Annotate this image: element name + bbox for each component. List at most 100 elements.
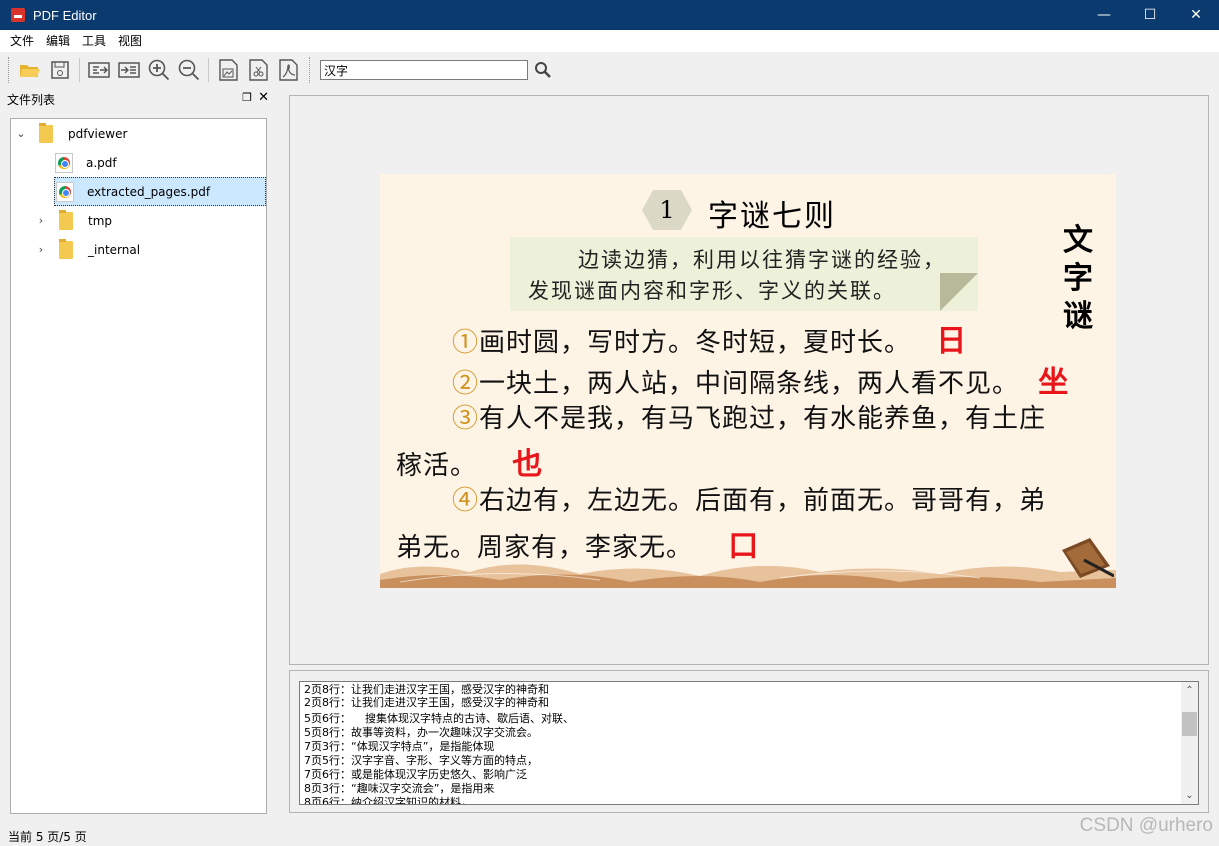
riddle-text: 有人不是我，有马飞跑过，有水能养鱼，有土庄 bbox=[479, 404, 1047, 434]
tip-line-2: 发现谜面内容和字形、字义的关联。 bbox=[528, 279, 896, 303]
riddle-answer: 日 bbox=[936, 324, 968, 359]
tree-item-label: extracted_pages.pdf bbox=[87, 184, 211, 199]
menu-bar: 文件 编辑 工具 视图 bbox=[0, 30, 1219, 52]
menu-tools[interactable]: 工具 bbox=[76, 30, 112, 52]
chevron-right-icon[interactable]: › bbox=[35, 214, 47, 227]
result-line: 8页6行：纳介绍汉字知识的材料， bbox=[304, 796, 472, 805]
toolbar-separator bbox=[79, 58, 80, 82]
toolbar-separator bbox=[208, 58, 209, 82]
file-list-title: 文件列表 bbox=[7, 92, 56, 107]
minimize-button[interactable]: — bbox=[1081, 0, 1127, 30]
search-icon bbox=[535, 62, 551, 78]
pdf-export-button[interactable] bbox=[273, 56, 303, 84]
close-button[interactable]: ✕ bbox=[1173, 0, 1219, 30]
chevron-down-icon[interactable]: ⌄ bbox=[15, 127, 27, 140]
watermark: CSDN @urhero bbox=[1079, 815, 1213, 836]
riddle-2: ②一块土，两人站，中间隔条线，两人看不见。 坐 bbox=[452, 357, 1069, 401]
file-tree[interactable]: ⌄ pdfviewer a.pdf extracted_pages.pdf › … bbox=[10, 118, 267, 814]
result-line: 8页3行：“趣味汉字交流会”，是指用来 bbox=[304, 782, 495, 795]
side-label-char: 文 bbox=[1063, 223, 1093, 258]
pdf-file-icon bbox=[56, 181, 74, 202]
image-page-icon bbox=[219, 59, 238, 81]
search-button[interactable] bbox=[528, 56, 558, 84]
pdf-page: 1 字谜七则 边读边猜，利用以往猜字谜的经验， 发现谜面内容和字形、字义的关联。… bbox=[380, 174, 1116, 588]
file-list-dock-title: 文件列表 ❐ ✕ bbox=[4, 90, 274, 108]
result-line: 5页6行： 搜集体现汉字特点的古诗、歇后语、对联、 bbox=[304, 712, 574, 725]
riddle-text: 画时圆，写时方。冬时短，夏时长。 bbox=[479, 328, 912, 358]
vertical-scrollbar[interactable]: ⌃ ⌄ bbox=[1181, 682, 1198, 804]
maximize-button[interactable]: ☐ bbox=[1127, 0, 1173, 30]
folder-icon bbox=[39, 122, 53, 143]
riddle-number: ① bbox=[452, 328, 480, 358]
tree-item-a-pdf[interactable]: a.pdf bbox=[55, 148, 255, 177]
riddle-4: ④右边有，左边无。后面有，前面无。哥哥有，弟 bbox=[452, 480, 1046, 517]
tree-item-extracted-pages[interactable]: extracted_pages.pdf bbox=[54, 177, 266, 206]
folder-icon bbox=[59, 209, 73, 230]
riddle-answer: 也 bbox=[512, 447, 544, 482]
insert-pages-button[interactable] bbox=[114, 56, 144, 84]
riddle-1: ①画时圆，写时方。冬时短，夏时长。 日 bbox=[452, 316, 967, 360]
extract-images-button[interactable] bbox=[213, 56, 243, 84]
insert-icon bbox=[118, 62, 140, 78]
open-folder-icon bbox=[20, 65, 40, 77]
side-label: 文 字 谜 bbox=[1060, 222, 1096, 336]
save-icon bbox=[51, 61, 69, 79]
chevron-right-icon[interactable]: › bbox=[35, 243, 47, 256]
side-label-char: 谜 bbox=[1063, 299, 1093, 334]
zoom-out-icon bbox=[178, 59, 200, 81]
open-folder-button[interactable] bbox=[15, 56, 45, 84]
toolbar bbox=[0, 52, 1219, 88]
dock-float-icon[interactable]: ❐ bbox=[242, 91, 252, 104]
riddle-3: ③有人不是我，有马飞跑过，有水能养鱼，有土庄 bbox=[452, 398, 1046, 435]
zoom-in-button[interactable] bbox=[144, 56, 174, 84]
zoom-out-button[interactable] bbox=[174, 56, 204, 84]
result-line: 7页6行：或是能体现汉字历史悠久、影响广泛 bbox=[304, 768, 527, 781]
riddle-number: ④ bbox=[452, 486, 480, 516]
status-bar-text: 当前 5 页/5 页 bbox=[8, 830, 87, 844]
tree-item-tmp[interactable]: › tmp bbox=[35, 206, 255, 235]
result-line: 2页8行：让我们走进汉字王国，感受汉字的神奇和 bbox=[304, 696, 549, 709]
inkstone-icon bbox=[1062, 538, 1114, 578]
folder-icon bbox=[59, 238, 73, 259]
result-line: 7页3行：“体现汉字特点”，是指能体现 bbox=[304, 740, 495, 753]
lesson-title: 字谜七则 bbox=[708, 199, 836, 234]
tree-item-internal[interactable]: › _internal bbox=[35, 235, 255, 264]
tip-line-1: 边读边猜，利用以往猜字谜的经验， bbox=[578, 248, 946, 272]
toolbar-grip[interactable] bbox=[309, 57, 312, 83]
scroll-thumb[interactable] bbox=[1182, 712, 1197, 736]
lesson-number-badge: 1 bbox=[642, 190, 692, 230]
extract-pages-button[interactable] bbox=[84, 56, 114, 84]
riddle-number: ② bbox=[452, 369, 480, 399]
menu-file[interactable]: 文件 bbox=[4, 30, 40, 52]
tree-item-label: pdfviewer bbox=[68, 126, 128, 141]
pdf-viewer[interactable]: 1 字谜七则 边读边猜，利用以往猜字谜的经验， 发现谜面内容和字形、字义的关联。… bbox=[289, 95, 1209, 665]
toolbar-grip[interactable] bbox=[8, 57, 11, 83]
pdf-file-icon bbox=[55, 152, 73, 173]
title-bar: PDF Editor — ☐ ✕ bbox=[0, 0, 1219, 30]
search-input[interactable] bbox=[320, 60, 528, 80]
menu-edit[interactable]: 编辑 bbox=[40, 30, 76, 52]
search-results-panel: 2页8行：让我们走进汉字王国，感受汉字的神奇和 2页8行：让我们走进汉字王国，感… bbox=[289, 670, 1209, 813]
cut-page-button[interactable] bbox=[243, 56, 273, 84]
riddle-text: 稼活。 bbox=[396, 451, 478, 481]
scroll-down-icon[interactable]: ⌄ bbox=[1181, 787, 1198, 804]
riddle-text: 一块土，两人站，中间隔条线，两人看不见。 bbox=[479, 369, 1020, 399]
pdf-app-icon bbox=[11, 8, 25, 22]
decorative-hills bbox=[380, 564, 1116, 588]
side-label-char: 字 bbox=[1063, 261, 1093, 296]
result-line: 2页8行：让我们走进汉字王国，感受汉字的神奇和 bbox=[304, 683, 549, 696]
dock-close-icon[interactable]: ✕ bbox=[258, 90, 269, 105]
save-button[interactable] bbox=[45, 56, 75, 84]
tree-item-label: _internal bbox=[88, 242, 141, 257]
menu-view[interactable]: 视图 bbox=[112, 30, 148, 52]
search-results-text[interactable]: 2页8行：让我们走进汉字王国，感受汉字的神奇和 2页8行：让我们走进汉字王国，感… bbox=[299, 681, 1199, 805]
pdf-file-icon bbox=[279, 59, 298, 81]
result-line: 5页8行：故事等资料，办一次趣味汉字交流会。 bbox=[304, 726, 538, 739]
zoom-in-icon bbox=[148, 59, 170, 81]
extract-icon bbox=[88, 62, 110, 78]
scissors-page-icon bbox=[249, 59, 268, 81]
scroll-up-icon[interactable]: ⌃ bbox=[1181, 682, 1198, 699]
tree-item-pdfviewer[interactable]: ⌄ pdfviewer bbox=[15, 119, 265, 148]
window-title: PDF Editor bbox=[33, 7, 97, 23]
riddle-answer: 坐 bbox=[1038, 365, 1070, 400]
